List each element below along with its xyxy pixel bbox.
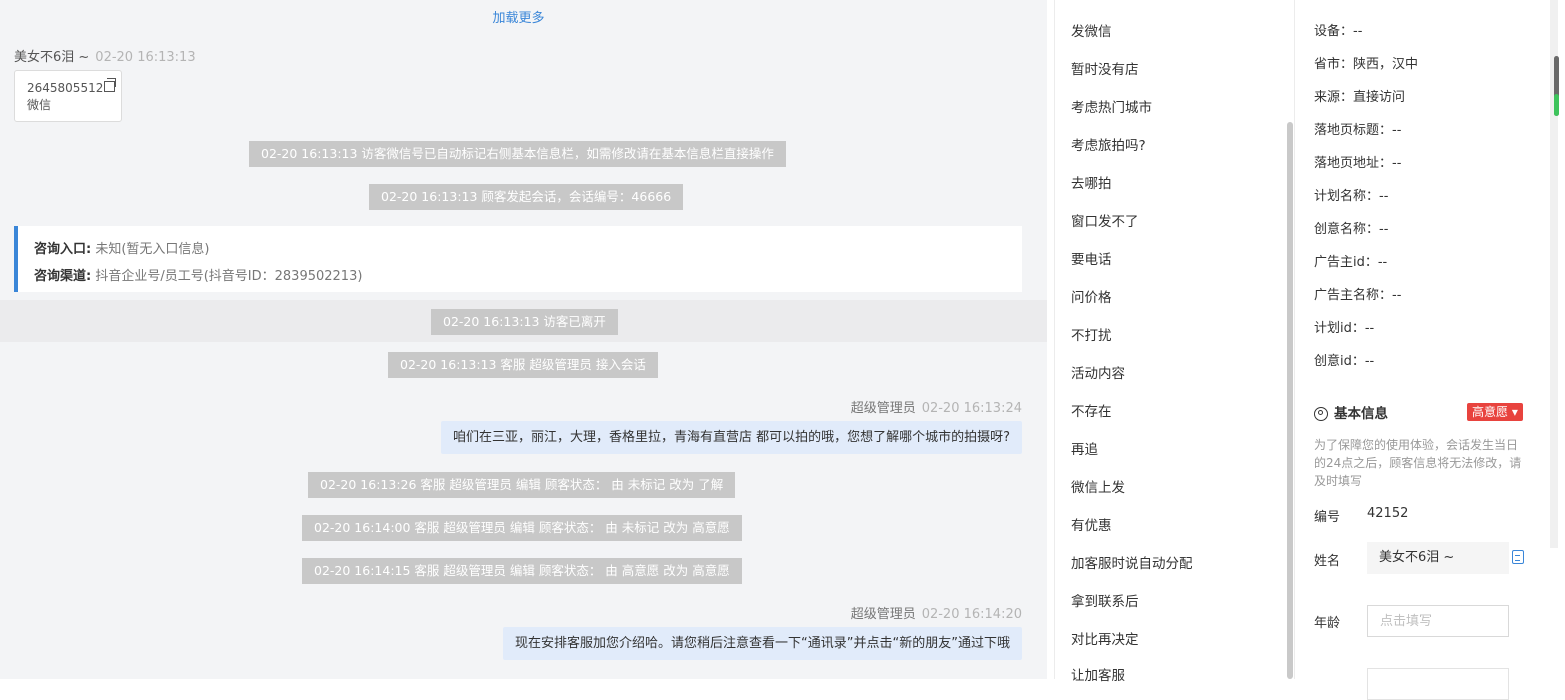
system-message: 02-20 16:13:13 访客已离开 [431,309,618,335]
info-advertiser-id: 广告主id：-- [1314,255,1388,270]
quick-reply-item[interactable]: 窗口发不了 [1071,210,1139,230]
info-advertiser-name: 广告主名称：-- [1314,288,1402,303]
user-circle-icon [1314,407,1328,421]
quick-reply-item[interactable]: 再追 [1071,438,1098,458]
age-input[interactable] [1367,605,1509,637]
quick-reply-item[interactable]: 不打扰 [1071,324,1112,344]
visitor-info-panel: 设备：-- 省市：陕西，汉中 来源：直接访问 落地页标题：-- 落地页地址：--… [1294,0,1565,700]
quick-reply-item[interactable]: 有优惠 [1071,514,1112,534]
info-plan-id: 计划id：-- [1314,321,1375,336]
basic-info-label: 基本信息 [1334,406,1388,422]
next-field-input[interactable] [1367,668,1509,700]
quick-reply-item[interactable]: 考虑旅拍吗? [1071,134,1146,154]
agent-message-bubble: 现在安排客服加您介绍哈。请您稍后注意查看一下“通讯录”并点击“新的朋友”通过下哦 [503,627,1022,660]
id-value: 42152 [1367,506,1409,521]
system-message: 02-20 16:13:13 访客微信号已自动标记右侧基本信息栏，如需修改请在基… [249,141,786,167]
name-field[interactable]: 美女不6泪 ~ [1367,542,1509,574]
quick-reply-item[interactable]: 要电话 [1071,248,1112,268]
wechat-id: 2645805512 [27,81,104,95]
quick-reply-item[interactable]: 让加客服 [1071,664,1125,684]
info-source: 来源：直接访问 [1314,90,1406,105]
agent-message-time: 02-20 16:13:24 [921,401,1022,416]
load-more-link[interactable]: 加载更多 [0,7,1037,26]
edit-tip: 为了保障您的使用体验，会话发生当日的24点之后，顾客信息将无法修改，请及时填写 [1314,438,1522,488]
system-message: 02-20 16:13:13 客服 超级管理员 接入会话 [388,352,658,378]
consult-entry-label: 咨询入口: [34,242,92,257]
quick-reply-item[interactable]: 加客服时说自动分配 [1071,552,1193,572]
info-creative-id: 创意id：-- [1314,354,1375,369]
system-message: 02-20 16:13:26 客服 超级管理员 编辑 顾客状态： 由 未标记 改… [308,472,736,498]
quick-reply-item[interactable]: 发微信 [1071,20,1112,40]
agent-message-header: 超级管理员 02-20 16:14:20 [851,603,1022,622]
quick-reply-item[interactable]: 微信上发 [1071,476,1125,496]
quick-reply-item[interactable]: 拿到联系后 [1071,590,1139,610]
name-label: 姓名 [1314,554,1341,569]
agent-message-bubble: 咱们在三亚，丽江，大理，香格里拉，青海有直营店 都可以拍的哦，您想了解哪个城市的… [440,421,1022,454]
consult-channel-value: 抖音企业号/员工号(抖音号ID：2839502213) [95,269,363,284]
quick-reply-item[interactable]: 不存在 [1071,400,1112,420]
quick-reply-item[interactable]: 对比再决定 [1071,628,1139,648]
chat-panel: 加载更多 美女不6泪 ~ 02-20 16:13:13 2645805512 微信… [0,0,1047,679]
quick-reply-item[interactable]: 去哪拍 [1071,172,1112,192]
copy-icon[interactable] [104,78,117,92]
info-plan-name: 计划名称：-- [1314,189,1389,204]
quick-reply-panel: 发微信 暂时没有店 考虑热门城市 考虑旅拍吗? 去哪拍 窗口发不了 要电话 问价… [1054,0,1294,684]
consult-entry-value: 未知(暂无入口信息) [95,242,210,257]
system-message: 02-20 16:13:13 顾客发起会话，会话编号：46666 [369,184,684,210]
visitor-name: 美女不6泪 ~ [14,50,90,65]
visitor-message-header: 美女不6泪 ~ 02-20 16:13:13 [14,46,196,65]
system-message: 02-20 16:14:00 客服 超级管理员 编辑 顾客状态： 由 未标记 改… [302,515,742,541]
agent-name: 超级管理员 [850,607,916,622]
info-creative-name: 创意名称：-- [1314,222,1389,237]
info-scroll-indicator [1554,94,1559,116]
visitor-message-time: 02-20 16:13:13 [95,50,196,65]
basic-info-title: 基本信息 [1314,402,1388,422]
info-device: 设备：-- [1314,24,1363,39]
wechat-label: 微信 [27,98,52,112]
system-message: 02-20 16:14:15 客服 超级管理员 编辑 顾客状态： 由 高意愿 改… [302,558,742,584]
info-landing-title: 落地页标题：-- [1314,123,1402,138]
consult-channel-label: 咨询渠道: [34,269,92,284]
info-landing-url: 落地页地址：-- [1314,156,1402,171]
agent-message-time: 02-20 16:14:20 [921,607,1022,622]
agent-name: 超级管理员 [850,401,916,416]
quick-reply-scrollbar[interactable] [1287,122,1293,679]
quick-reply-item[interactable]: 问价格 [1071,286,1112,306]
age-label: 年龄 [1314,616,1341,631]
copy-doc-icon[interactable] [1512,550,1524,564]
consult-info-box: 咨询入口: 未知(暂无入口信息) 咨询渠道: 抖音企业号/员工号(抖音号ID：2… [14,226,1022,292]
info-region: 省市：陕西，汉中 [1314,57,1419,72]
quick-reply-item[interactable]: 考虑热门城市 [1071,96,1152,116]
agent-message-header: 超级管理员 02-20 16:13:24 [851,397,1022,416]
quick-reply-item[interactable]: 活动内容 [1071,362,1125,382]
id-label: 编号 [1314,510,1341,525]
quick-reply-item[interactable]: 暂时没有店 [1071,58,1139,78]
wechat-card: 2645805512 微信 [14,70,122,122]
intent-status-dropdown[interactable]: 高意愿 ▾ [1467,403,1523,421]
